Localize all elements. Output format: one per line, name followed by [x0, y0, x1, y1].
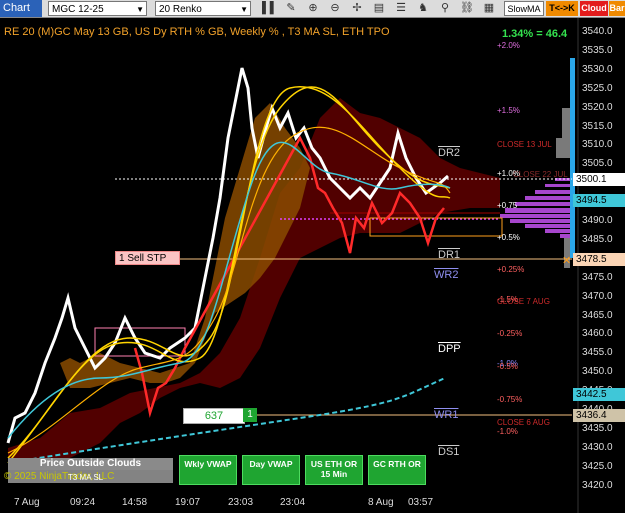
price-axis-label: 3530.0: [582, 63, 613, 75]
last-price-tag: 3500.1: [573, 173, 625, 186]
pivot-dr2: DR2: [438, 147, 461, 159]
cyan-price-tag: 3494.5: [573, 194, 625, 207]
percent-level-label: -0.25%: [497, 329, 523, 338]
link-icon[interactable]: ⛓: [460, 1, 474, 16]
zoom-out-icon[interactable]: ⊖: [328, 1, 342, 16]
time-axis-label: 14:58: [122, 497, 148, 508]
price-outside-clouds-label: Price Outside Clouds: [8, 458, 173, 470]
price-axis-label: 3475.0: [582, 271, 613, 283]
price-axis-label: 3420.0: [582, 479, 613, 491]
tc-toggle-button[interactable]: T<->K: [546, 1, 578, 16]
strategies-icon[interactable]: ♞: [416, 1, 430, 16]
percent-level-label: -0.5%: [497, 362, 518, 371]
time-axis-label: 8 Aug: [368, 497, 394, 508]
chevron-down-icon: ▼: [240, 5, 248, 14]
order-qty-box[interactable]: 637: [183, 408, 245, 424]
pivot-ds1: DS1: [438, 446, 460, 458]
price-axis-label: 3450.0: [582, 366, 613, 378]
time-axis-label: 03:57: [408, 497, 434, 508]
copyright-overlap: T3 MA SL: [68, 473, 104, 482]
price-chart[interactable]: ✕: [0, 18, 625, 513]
cyan-low-price-tag: 3442.5: [573, 388, 625, 401]
pivot-wr1: WR1: [434, 409, 459, 421]
price-axis-label: 3490.0: [582, 215, 613, 226]
price-axis-label: 3425.0: [582, 460, 613, 472]
chart-panel[interactable]: ✕ RE 20 (M)GC May 13 GB, US Dy RTH % GB,…: [0, 18, 625, 513]
bar-chart-icon[interactable]: ▌▌: [262, 1, 278, 16]
price-axis-label: 3505.0: [582, 158, 613, 170]
price-axis-label: 3515.0: [582, 120, 613, 132]
stop-price-tag: 3478.5: [573, 253, 625, 266]
drawing-tools-icon[interactable]: ✎: [284, 1, 298, 16]
time-axis-label: 19:07: [175, 497, 201, 508]
instrument-label: MGC 12-25: [52, 4, 104, 15]
us-eth-or-button[interactable]: US ETH OR 15 Min: [305, 455, 363, 485]
order-price-tag: 3436.4: [573, 409, 625, 422]
data-box-icon[interactable]: ▦: [482, 1, 496, 16]
close-13-jul: CLOSE 13 JUL: [497, 140, 552, 149]
sell-stop-order[interactable]: 1 Sell STP: [115, 251, 180, 265]
price-axis-label: 3465.0: [582, 309, 613, 321]
time-axis-label: 09:24: [70, 497, 96, 508]
price-axis-label: 3460.0: [582, 328, 613, 340]
cloud-button[interactable]: Cloud: [580, 1, 608, 16]
close-22-jul: CLOSE 22 JUL: [513, 170, 568, 179]
percent-level-label: +0.25%: [497, 265, 525, 274]
price-axis-label: 3520.0: [582, 101, 613, 113]
volume-bar-blue: [570, 58, 575, 258]
price-axis-label: 3485.0: [582, 233, 613, 245]
price-axis-label: 3535.0: [582, 44, 613, 56]
day-vwap-button[interactable]: Day VWAP: [242, 455, 300, 485]
price-axis-label: 3455.0: [582, 347, 613, 359]
close-6-aug: CLOSE 6 AUG: [497, 418, 550, 427]
slow-ma-button[interactable]: SlowMA: [504, 1, 544, 16]
time-axis-label: 23:03: [228, 497, 254, 508]
percent-level-label: +2.0%: [497, 41, 520, 50]
footer-text: Price Outside Clouds: [39, 458, 142, 469]
properties-icon[interactable]: ▤: [372, 1, 386, 16]
bar-type-selector[interactable]: 20 Renko ▼: [155, 1, 251, 16]
top-right-stat: 1.34% = 46.4: [502, 28, 568, 40]
percent-level-label: +1.0%: [497, 169, 520, 178]
pivot-dr1: DR1: [438, 249, 461, 261]
price-axis-label: 3430.0: [582, 441, 613, 453]
price-axis-label: 3510.0: [582, 139, 613, 151]
chevron-down-icon: ▼: [136, 5, 144, 14]
percent-level-label: -0.75%: [497, 395, 523, 404]
price-axis-label: 3470.0: [582, 290, 613, 302]
bar-type-label: 20 Renko: [159, 4, 202, 15]
bar-button[interactable]: Bar: [609, 1, 625, 16]
percent-level-label: +0.5%: [497, 233, 520, 242]
templates-icon[interactable]: ☰: [394, 1, 408, 16]
price-axis-label: 3525.0: [582, 82, 613, 94]
chart-toolbar: Chart MGC 12-25 ▼ 20 Renko ▼ ▌▌ ✎ ⊕ ⊖ ✢ …: [0, 0, 625, 18]
pivot-wr2: WR2: [434, 269, 459, 281]
pivot-dpp: DPP: [438, 343, 461, 355]
price-axis-label: 3435.0: [582, 422, 613, 434]
wkly-vwap-button[interactable]: Wkly VWAP: [179, 455, 237, 485]
chart-tab[interactable]: Chart: [0, 0, 42, 17]
time-axis-label: 7 Aug: [14, 497, 40, 508]
percent-level-label: +1.5%: [497, 106, 520, 115]
volume-profile-gray: [556, 108, 570, 268]
chart-title: RE 20 (M)GC May 13 GB, US Dy RTH % GB, W…: [4, 26, 390, 38]
instrument-selector[interactable]: MGC 12-25 ▼: [48, 1, 147, 16]
crosshair-icon[interactable]: ✢: [350, 1, 364, 16]
indicators-icon[interactable]: ⚲: [438, 1, 452, 16]
time-axis-label: 23:04: [280, 497, 306, 508]
gc-rth-or-button[interactable]: GC RTH OR: [368, 455, 426, 485]
price-axis-label: 3540.0: [582, 26, 613, 37]
percent-level-label: +0.75: [497, 201, 518, 210]
percent-level-label: -1.5%: [497, 295, 518, 304]
close-icon: ✕: [562, 255, 571, 267]
percent-level-label: -1.0%: [497, 427, 518, 436]
order-count-box[interactable]: 1: [243, 408, 257, 422]
zoom-in-icon[interactable]: ⊕: [306, 1, 320, 16]
